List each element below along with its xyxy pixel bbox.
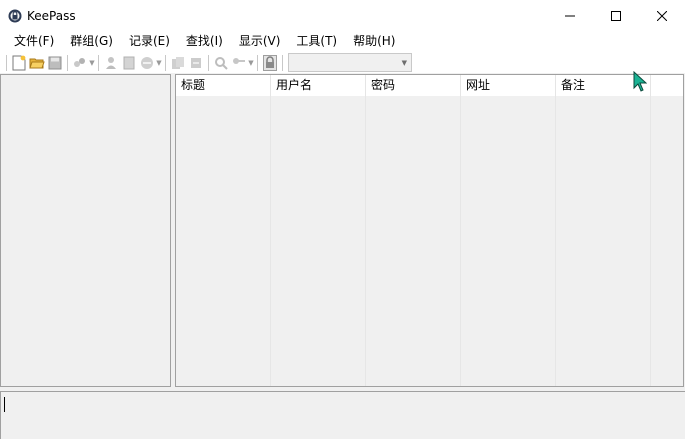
edit-entry-icon bbox=[123, 56, 135, 69]
add-entry-icon bbox=[106, 56, 116, 69]
minimize-icon bbox=[565, 15, 575, 16]
toolbar-separator bbox=[257, 54, 258, 71]
menu-tools[interactable]: 工具(T) bbox=[288, 31, 345, 52]
menu-help[interactable]: 帮助(H) bbox=[345, 31, 403, 52]
entry-list-header: 标题 用户名 密码 网址 备注 bbox=[176, 75, 683, 96]
entry-dropdown-icon[interactable]: ▼ bbox=[156, 55, 162, 71]
keepass-window: KeePass 文件(F) 群组(G) 记录(E) 查找(I) 显示(V) 工具… bbox=[0, 0, 685, 439]
new-database-icon bbox=[12, 55, 26, 70]
open-folder-icon bbox=[29, 58, 45, 68]
sync-icon bbox=[74, 57, 85, 67]
key-dropdown-icon[interactable]: ▼ bbox=[248, 55, 254, 71]
save-button[interactable] bbox=[47, 55, 63, 71]
column-header-password[interactable]: 密码 bbox=[366, 75, 461, 96]
group-tree-pane[interactable] bbox=[0, 74, 171, 387]
copy-username-icon bbox=[172, 56, 184, 69]
toolbar-separator bbox=[67, 54, 68, 71]
text-caret bbox=[4, 397, 5, 412]
find-button[interactable] bbox=[213, 55, 229, 71]
column-divider bbox=[270, 96, 271, 386]
quick-search-combobox[interactable]: ▼ bbox=[288, 53, 412, 72]
minimize-button[interactable] bbox=[547, 0, 593, 31]
menu-view[interactable]: 显示(V) bbox=[231, 31, 289, 52]
delete-entry-button[interactable] bbox=[139, 55, 155, 71]
entry-preview-box[interactable] bbox=[0, 391, 685, 439]
save-icon bbox=[48, 56, 62, 69]
window-title: KeePass bbox=[27, 8, 76, 23]
menu-entry[interactable]: 记录(E) bbox=[121, 31, 178, 52]
key-button[interactable] bbox=[231, 55, 247, 71]
column-header-username[interactable]: 用户名 bbox=[271, 75, 366, 96]
lock-workspace-button[interactable] bbox=[262, 54, 278, 71]
column-divider bbox=[555, 96, 556, 386]
toolbar: ▼ ▼ ▼ ▼ bbox=[0, 52, 685, 73]
find-icon bbox=[215, 56, 228, 70]
column-divider bbox=[365, 96, 366, 386]
toolbar-separator bbox=[208, 54, 209, 71]
toolbar-separator bbox=[165, 54, 166, 71]
column-header-url[interactable]: 网址 bbox=[461, 75, 556, 96]
close-button[interactable] bbox=[639, 0, 685, 31]
lock-icon bbox=[263, 54, 277, 71]
menu-bar: 文件(F) 群组(G) 记录(E) 查找(I) 显示(V) 工具(T) 帮助(H… bbox=[0, 31, 685, 52]
column-divider bbox=[460, 96, 461, 386]
mouse-cursor-icon bbox=[633, 71, 647, 92]
title-bar: KeePass bbox=[0, 0, 685, 31]
toolbar-separator bbox=[98, 54, 99, 71]
toolbar-separator bbox=[282, 54, 283, 71]
copy-password-button[interactable] bbox=[188, 55, 204, 71]
menu-group[interactable]: 群组(G) bbox=[62, 31, 121, 52]
menu-find[interactable]: 查找(I) bbox=[178, 31, 231, 52]
copy-password-icon bbox=[191, 57, 201, 68]
entry-list-pane[interactable]: 标题 用户名 密码 网址 备注 bbox=[175, 74, 684, 387]
open-database-button[interactable] bbox=[29, 55, 45, 71]
copy-username-button[interactable] bbox=[170, 55, 186, 71]
window-controls bbox=[547, 0, 685, 31]
new-database-button[interactable] bbox=[11, 55, 27, 71]
close-icon bbox=[657, 10, 667, 21]
delete-entry-icon bbox=[141, 56, 153, 69]
keepass-lock-icon bbox=[8, 8, 22, 24]
column-header-title[interactable]: 标题 bbox=[176, 75, 271, 96]
add-entry-button[interactable] bbox=[103, 55, 119, 71]
maximize-button[interactable] bbox=[593, 0, 639, 31]
sync-button[interactable] bbox=[72, 55, 88, 71]
sync-dropdown-icon[interactable]: ▼ bbox=[89, 55, 95, 71]
menu-file[interactable]: 文件(F) bbox=[6, 31, 62, 52]
key-icon bbox=[233, 57, 245, 64]
edit-entry-button[interactable] bbox=[121, 55, 137, 71]
chevron-down-icon: ▼ bbox=[401, 59, 407, 67]
maximize-icon bbox=[611, 10, 621, 21]
toolbar-separator bbox=[6, 54, 7, 71]
column-divider bbox=[650, 96, 651, 386]
